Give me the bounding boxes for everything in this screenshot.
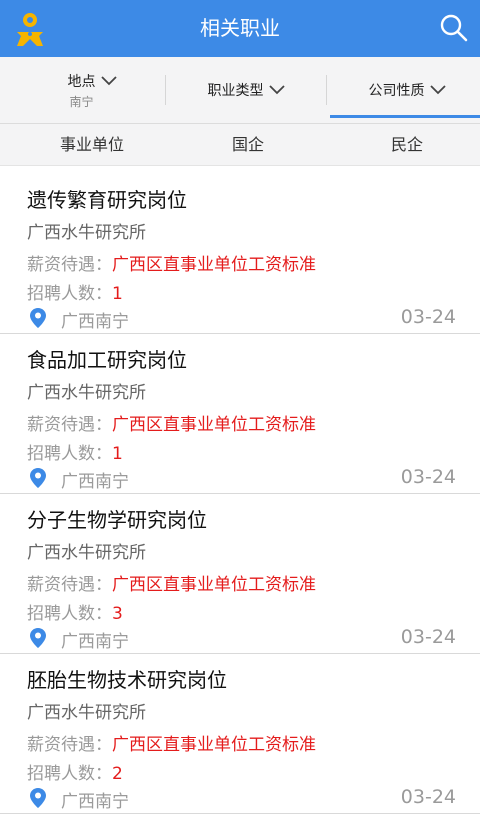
salary-row: 薪资待遇：广西区直事业单位工资标准	[27, 410, 316, 435]
company-name: 广西水牛研究所	[27, 703, 146, 723]
filter-job-type-label: 职业类型	[207, 83, 264, 99]
headcount-value: 2	[112, 764, 123, 784]
company-type-options: 事业单位 国企 民企	[0, 124, 480, 166]
company-name: 广西水牛研究所	[27, 543, 146, 563]
filter-company-type-label: 公司性质	[368, 83, 425, 99]
headcount-value: 3	[112, 604, 123, 624]
job-list-item[interactable]: 分子生物学研究岗位 广西水牛研究所 薪资待遇：广西区直事业单位工资标准 招聘人数…	[0, 494, 480, 654]
headcount-label: 招聘人数：	[27, 764, 112, 784]
chevron-down-icon	[268, 85, 285, 95]
salary-value: 广西区直事业单位工资标准	[112, 575, 316, 595]
salary-value: 广西区直事业单位工资标准	[112, 415, 316, 435]
job-list-item[interactable]: 遗传繁育研究岗位 广西水牛研究所 薪资待遇：广西区直事业单位工资标准 招聘人数：…	[0, 174, 480, 334]
chevron-down-icon	[429, 85, 446, 95]
salary-label: 薪资待遇：	[27, 255, 112, 275]
headcount-row: 招聘人数：3	[27, 599, 123, 624]
filter-location-value: 南宁	[69, 94, 94, 109]
filter-location[interactable]: 地点 南宁	[12, 57, 172, 123]
headcount-row: 招聘人数：1	[27, 279, 123, 304]
company-name: 广西水牛研究所	[27, 223, 146, 243]
job-title: 遗传繁育研究岗位	[27, 188, 187, 212]
location-pin-icon	[30, 308, 46, 328]
post-date: 03-24	[400, 306, 456, 328]
filter-job-type[interactable]: 职业类型	[166, 57, 326, 123]
salary-value: 广西区直事业单位工资标准	[112, 255, 316, 275]
active-filter-indicator	[330, 115, 480, 118]
location-pin-icon	[30, 788, 46, 808]
headcount-label: 招聘人数：	[27, 444, 112, 464]
company-name: 广西水牛研究所	[27, 383, 146, 403]
headcount-value: 1	[112, 284, 123, 304]
option-private[interactable]: 民企	[327, 124, 480, 165]
headcount-value: 1	[112, 444, 123, 464]
filter-bar: 地点 南宁 职业类型 公司性质	[0, 57, 480, 124]
filter-company-type[interactable]: 公司性质	[327, 57, 480, 123]
salary-row: 薪资待遇：广西区直事业单位工资标准	[27, 730, 316, 755]
location-pin-icon	[30, 468, 46, 488]
salary-label: 薪资待遇：	[27, 415, 112, 435]
salary-row: 薪资待遇：广西区直事业单位工资标准	[27, 570, 316, 595]
search-icon[interactable]	[438, 12, 470, 44]
job-title: 食品加工研究岗位	[27, 348, 187, 372]
option-state-owned[interactable]: 国企	[168, 124, 328, 165]
job-list-item[interactable]: 胚胎生物技术研究岗位 广西水牛研究所 薪资待遇：广西区直事业单位工资标准 招聘人…	[0, 654, 480, 814]
salary-label: 薪资待遇：	[27, 735, 112, 755]
job-title: 胚胎生物技术研究岗位	[27, 668, 227, 692]
headcount-row: 招聘人数：1	[27, 439, 123, 464]
job-list-item[interactable]: 食品加工研究岗位 广西水牛研究所 薪资待遇：广西区直事业单位工资标准 招聘人数：…	[0, 334, 480, 494]
salary-label: 薪资待遇：	[27, 575, 112, 595]
option-public-institution[interactable]: 事业单位	[12, 124, 172, 165]
job-title: 分子生物学研究岗位	[27, 508, 207, 532]
job-location: 广西南宁	[61, 472, 129, 492]
top-app-bar: 相关职业	[0, 0, 480, 57]
headcount-label: 招聘人数：	[27, 604, 112, 624]
post-date: 03-24	[400, 466, 456, 488]
page-title: 相关职业	[200, 16, 280, 40]
chevron-down-icon	[100, 76, 117, 86]
post-date: 03-24	[400, 626, 456, 648]
job-location: 广西南宁	[61, 312, 129, 332]
salary-row: 薪资待遇：广西区直事业单位工资标准	[27, 250, 316, 275]
salary-value: 广西区直事业单位工资标准	[112, 735, 316, 755]
headcount-row: 招聘人数：2	[27, 759, 123, 784]
job-list: 遗传繁育研究岗位 广西水牛研究所 薪资待遇：广西区直事业单位工资标准 招聘人数：…	[0, 174, 480, 814]
post-date: 03-24	[400, 786, 456, 808]
job-location: 广西南宁	[61, 632, 129, 652]
filter-location-label: 地点	[67, 73, 96, 90]
headcount-label: 招聘人数：	[27, 284, 112, 304]
location-pin-icon	[30, 628, 46, 648]
